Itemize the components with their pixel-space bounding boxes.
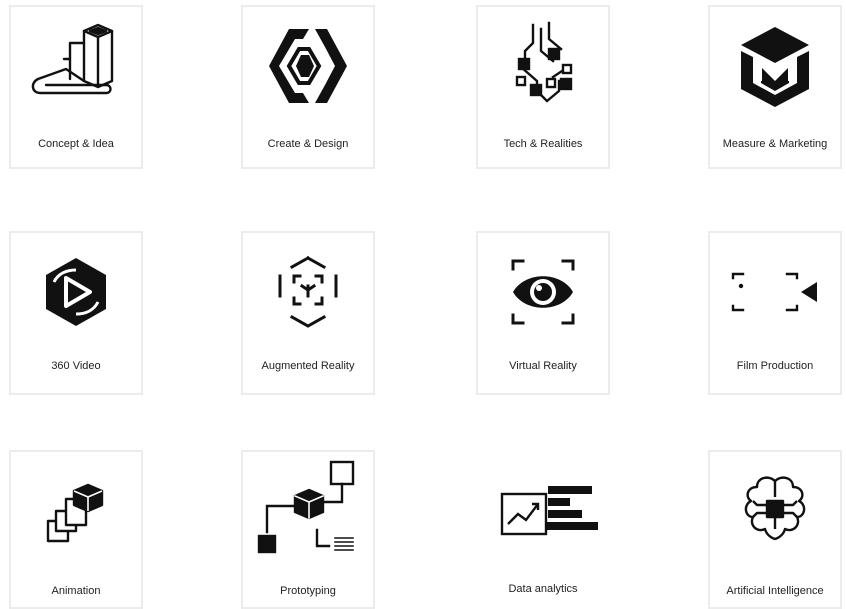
ar-cube-icon [243,247,373,337]
circuit-icon [478,21,608,111]
service-card-360-video[interactable]: 360 Video [9,231,143,395]
service-card-film-production[interactable]: Film Production [708,231,842,395]
service-card-virtual-reality[interactable]: Virtual Reality [476,231,610,395]
service-label: Virtual Reality [509,360,577,372]
service-label: Data analytics [508,583,578,595]
service-label: Create & Design [267,138,349,150]
service-card-tech-realities[interactable]: Tech & Realities [476,5,610,169]
service-label: Measure & Marketing [722,138,828,150]
cube-m-icon [710,21,840,111]
service-card-prototyping[interactable]: Prototyping [241,450,375,609]
service-label: Artificial Intelligence [726,585,824,597]
service-label: Animation [51,585,101,597]
service-card-artificial-intelligence[interactable]: Artificial Intelligence [708,450,842,609]
animation-layers-icon [11,466,141,556]
vr-eye-icon [478,247,608,337]
service-label: Concept & Idea [38,138,114,150]
service-card-measure-marketing[interactable]: Measure & Marketing [708,5,842,169]
film-camera-icon [710,247,840,337]
ai-brain-icon [710,466,840,556]
service-label: Film Production [736,360,814,372]
service-card-augmented-reality[interactable]: Augmented Reality [241,231,375,395]
360-video-icon [11,247,141,337]
service-label: Augmented Reality [261,360,355,372]
service-card-animation[interactable]: Animation [9,450,143,609]
service-card-concept-idea[interactable]: Concept & Idea [9,5,143,169]
service-label: Prototyping [280,585,336,597]
service-card-data-analytics[interactable]: Data analytics [476,450,610,609]
data-chart-icon [478,470,608,560]
hexagon-logo-icon [243,21,373,111]
service-label: Tech & Realities [503,138,583,150]
service-label: 360 Video [51,360,101,372]
blueprint-icon [11,21,141,111]
service-card-create-design[interactable]: Create & Design [241,5,375,169]
prototype-flow-icon [243,456,373,560]
